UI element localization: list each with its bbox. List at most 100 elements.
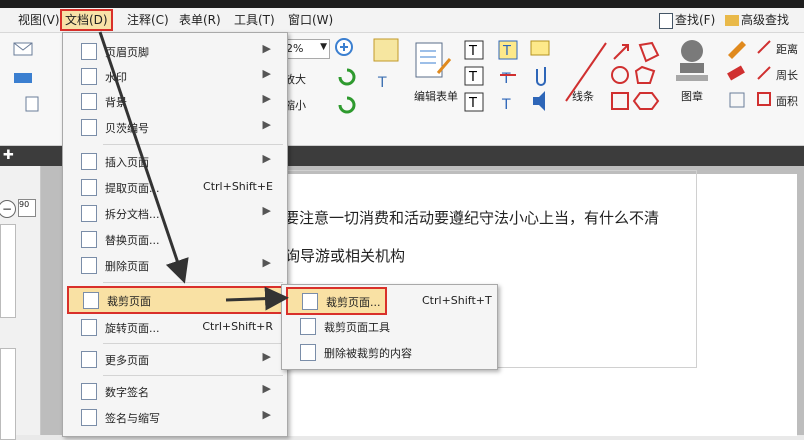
menu-item-watermark[interactable]: 水印 ▶ [63, 64, 287, 88]
menu-document[interactable]: 文档(D) [60, 9, 113, 31]
menu-separator [103, 282, 283, 283]
menu-item-bates-numbering[interactable]: 贝茨编号 ▶ [63, 115, 287, 139]
collapse-panel-icon[interactable]: − [0, 200, 16, 218]
chevron-right-icon: ▶ [262, 382, 271, 395]
page-thumbnail[interactable] [0, 224, 16, 318]
svg-text:T: T [468, 96, 477, 111]
line-label[interactable]: 线条 [572, 88, 594, 104]
menu-item-label: 旋转页面... [105, 322, 160, 335]
submenu-item-crop-pages[interactable]: 裁剪页面... [286, 287, 387, 315]
menu-item-shortcut: Ctrl+Shift+R [202, 320, 273, 333]
folder-search-icon [725, 15, 739, 26]
chevron-right-icon: ▶ [262, 256, 271, 269]
svg-text:T: T [502, 44, 511, 59]
menu-item-label: 背景 [105, 96, 127, 109]
distance-label[interactable]: 距离 [776, 41, 798, 57]
menu-item-label: 裁剪页面工具 [324, 321, 390, 334]
menu-item-sign-initials[interactable]: 签名与缩写 ▶ [63, 405, 287, 429]
remove-cropped-icon [300, 344, 316, 361]
menu-item-label: 插入页面 [105, 156, 149, 169]
menu-window[interactable]: 窗口(W) [285, 11, 336, 29]
menu-comment[interactable]: 注释(C) [124, 11, 172, 29]
menu-item-extract-pages[interactable]: 提取页面... Ctrl+Shift+E [63, 175, 287, 199]
crop-submenu: 裁剪页面... Ctrl+Shift+T 裁剪页面工具 删除被裁剪的内容 [281, 284, 498, 370]
menu-item-more-pages[interactable]: 更多页面 ▶ [63, 347, 287, 371]
delete-page-icon [81, 257, 97, 274]
menu-item-label: 删除被裁剪的内容 [324, 347, 412, 360]
submenu-item-crop-tool[interactable]: 裁剪页面工具 [282, 314, 497, 338]
digital-signature-icon [81, 383, 97, 400]
measure-icon[interactable] [756, 39, 774, 119]
menu-bar: 视图(V) 文档(D) 注释(C) 表单(R) 工具(T) 窗口(W) 查找(F… [0, 8, 804, 33]
thumbnail-panel: − 90 [0, 166, 41, 440]
markup-tools-icon[interactable] [724, 37, 752, 121]
perimeter-label[interactable]: 周长 [776, 67, 798, 83]
stamp-icon[interactable] [674, 37, 712, 87]
menu-item-label: 贝茨编号 [105, 122, 149, 135]
edit-form-icon[interactable] [414, 41, 454, 85]
split-document-icon [81, 205, 97, 222]
stamp-label[interactable]: 图章 [681, 88, 703, 104]
menu-item-header-footer[interactable]: 页眉页脚 ▶ [63, 39, 287, 63]
note-icon[interactable] [528, 39, 554, 119]
menu-item-label: 签名与缩写 [105, 412, 160, 425]
bates-numbering-icon [81, 119, 97, 136]
svg-text:T: T [468, 44, 477, 59]
header-footer-icon [81, 43, 97, 60]
more-pages-icon [81, 351, 97, 368]
find-label: 查找(F) [675, 13, 716, 27]
document-menu: 页眉页脚 ▶ 水印 ▶ 背景 ▶ 贝茨编号 ▶ 插入页面 ▶ 提取页面... Ctrl+Sh… [62, 32, 288, 437]
submenu-item-remove-cropped[interactable]: 删除被裁剪的内容 [282, 340, 497, 364]
svg-text:T: T [501, 97, 511, 113]
menu-separator [103, 343, 283, 344]
sign-initials-icon [81, 409, 97, 426]
menu-separator [103, 375, 283, 376]
find-button[interactable]: 查找(F) [656, 11, 718, 29]
menu-item-background[interactable]: 背景 ▶ [63, 89, 287, 113]
menu-item-label: 裁剪页面 [107, 295, 151, 308]
page-thumbnail[interactable] [0, 348, 16, 440]
edit-form-label[interactable]: 编辑表单 [414, 88, 458, 104]
zoom-plus-icon[interactable] [334, 37, 358, 61]
menu-item-delete-pages[interactable]: 删除页面 ▶ [63, 253, 287, 277]
menu-item-label: 页眉页脚 [105, 46, 149, 59]
replace-page-icon [81, 231, 97, 248]
insert-page-icon [81, 153, 97, 170]
menu-item-crop-pages[interactable]: 裁剪页面 [67, 286, 285, 314]
menu-item-label: 水印 [105, 71, 127, 84]
advanced-find-button[interactable]: 高级查找 [722, 11, 792, 29]
advanced-find-label: 高级查找 [741, 13, 790, 27]
crop-tool-icon [300, 318, 316, 335]
select-tool-icon[interactable]: T [372, 37, 408, 97]
chevron-right-icon: ▶ [262, 408, 271, 421]
zoom-select[interactable]: 2% ▼ [282, 39, 330, 59]
chevron-right-icon: ▶ [262, 204, 271, 217]
menu-item-label: 删除页面 [105, 260, 149, 273]
typewriter-icon[interactable]: T T T [496, 39, 522, 119]
find-icon [659, 12, 673, 29]
area-label[interactable]: 面积 [776, 93, 798, 109]
email-icon[interactable] [12, 41, 48, 121]
menu-item-rotate-pages[interactable]: 旋转页面... Ctrl+Shift+R [63, 315, 287, 339]
zoom-value: 2% [286, 42, 304, 55]
document-text-line: 意要注意一切消费和活动要遵纪守法小心上当，有什么不清 [269, 209, 660, 227]
menu-form[interactable]: 表单(R) [176, 11, 224, 29]
chevron-down-icon: ▼ [320, 42, 327, 52]
watermark-icon [81, 68, 97, 85]
menu-item-label: 拆分文档... [105, 208, 160, 221]
svg-text:T: T [468, 70, 477, 85]
menu-view[interactable]: 视图(V) [15, 11, 63, 29]
menu-item-insert-pages[interactable]: 插入页面 ▶ [63, 149, 287, 173]
add-tab-icon[interactable]: ✚ [3, 148, 14, 163]
menu-item-digital-signature[interactable]: 数字签名 ▶ [63, 379, 287, 403]
document-text-line: 询导游或相关机构 [285, 247, 406, 265]
rotate-thumbnail-icon[interactable]: 90 [18, 199, 36, 217]
menu-item-split-document[interactable]: 拆分文档... ▶ [63, 201, 287, 225]
text-field-icon[interactable]: T T T [462, 39, 488, 119]
rotate-icon[interactable] [336, 65, 358, 121]
menu-item-replace-pages[interactable]: 替换页面... [63, 227, 287, 251]
drawing-shapes-icon[interactable] [562, 39, 672, 119]
menu-item-label: 更多页面 [105, 354, 149, 367]
chevron-right-icon: ▶ [262, 92, 271, 105]
menu-tools[interactable]: 工具(T) [231, 11, 278, 29]
